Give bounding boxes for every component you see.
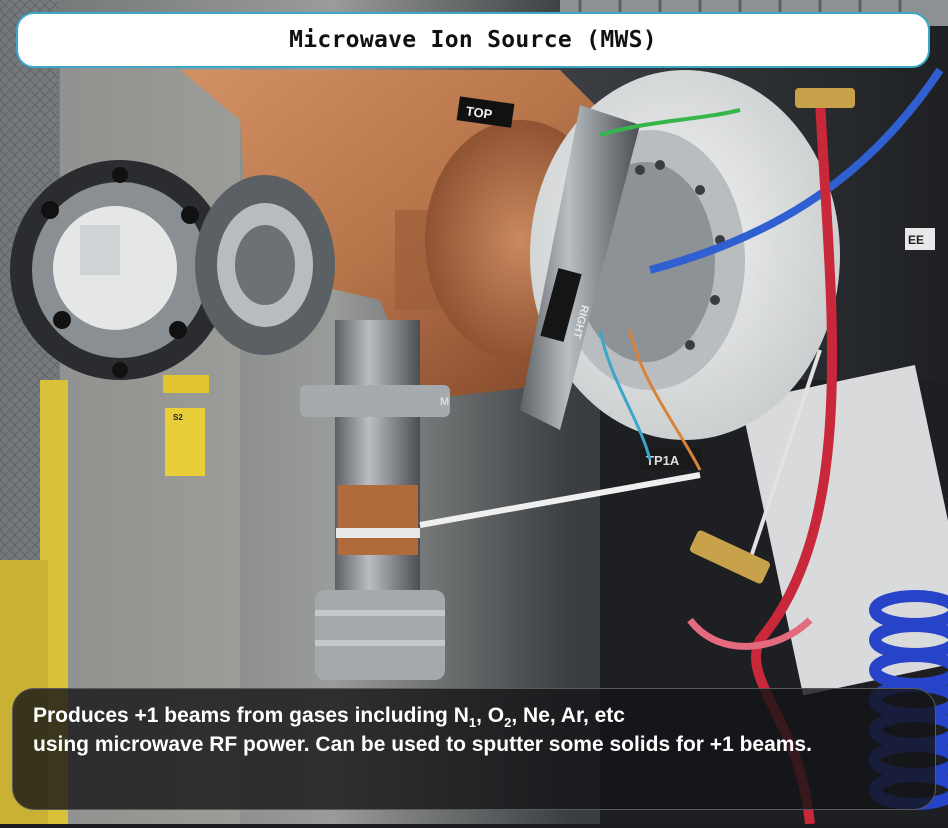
svg-text:S2: S2 <box>173 413 183 422</box>
svg-text:TP1A: TP1A <box>646 453 680 468</box>
bottom-flange <box>315 590 445 680</box>
svg-text:EE: EE <box>908 233 924 247</box>
photo-scene: S2 TOP RIGHT TP1A M EE Microwave Ion Sou… <box>0 0 948 825</box>
caption-panel: Produces +1 beams from gases including N… <box>12 688 936 810</box>
page-title: Microwave Ion Source (MWS) <box>289 27 657 53</box>
yellow-tag <box>165 408 205 476</box>
copper-band <box>338 485 418 555</box>
caption-text: Produces +1 beams from gases including N… <box>33 704 812 756</box>
title-banner: Microwave Ion Source (MWS) <box>16 12 930 68</box>
svg-text:M: M <box>440 396 449 408</box>
